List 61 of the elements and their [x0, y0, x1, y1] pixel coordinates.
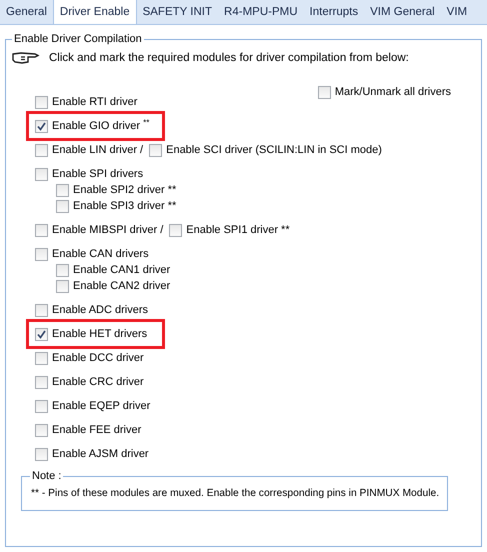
checkbox-label: Enable ADC drivers [52, 303, 148, 318]
checkbox[interactable] [56, 200, 69, 212]
checkbox[interactable] [35, 168, 48, 180]
checkbox[interactable] [169, 224, 182, 236]
checkbox-label: Enable SPI drivers [52, 167, 144, 182]
driver-checkbox[interactable]: Enable CAN drivers [35, 246, 149, 262]
checkbox[interactable] [35, 120, 48, 132]
mark-all-checkbox[interactable]: Mark/Unmark all drivers [318, 84, 451, 100]
driver-checkbox[interactable]: Enable LIN driver / [35, 142, 144, 158]
driver-checkbox[interactable]: Enable CAN1 driver [56, 262, 170, 278]
driver-checkbox[interactable]: Enable ADC drivers [35, 302, 148, 318]
checkbox[interactable] [35, 304, 48, 316]
checkbox-label: Enable LIN driver / [52, 143, 144, 158]
checkbox[interactable] [149, 144, 162, 156]
driver-checkbox[interactable]: Enable FEE driver [35, 422, 142, 438]
checkbox[interactable] [35, 328, 48, 340]
driver-checkbox[interactable]: Enable EQEP driver [35, 398, 150, 414]
checkbox-label: Enable AJSM driver [52, 447, 149, 462]
checkbox[interactable] [56, 184, 69, 196]
instruction-text: Click and mark the required modules for driver compilation from below: [49, 51, 409, 66]
checkbox-label: Enable DCC driver [52, 351, 144, 366]
driver-checkbox[interactable]: Enable DCC driver [35, 350, 144, 366]
checkbox[interactable] [56, 264, 69, 276]
checkbox-label: Enable CAN1 driver [73, 263, 170, 278]
checkbox-label: Enable CAN drivers [52, 247, 149, 262]
checkbox[interactable] [56, 280, 69, 292]
driver-checkbox[interactable]: Enable HET drivers [35, 326, 148, 342]
checkbox[interactable] [35, 248, 48, 260]
checkbox-label: Enable SPI1 driver ** [186, 223, 290, 238]
driver-checkbox[interactable]: Enable AJSM driver [35, 446, 149, 462]
checkbox[interactable] [35, 376, 48, 388]
checkbox[interactable] [35, 224, 48, 236]
driver-checkbox[interactable]: Enable MIBSPI driver / [35, 222, 164, 238]
checkbox-label: Enable SPI3 driver ** [73, 199, 176, 214]
checkbox-label: Enable EQEP driver [52, 399, 150, 414]
checkbox-label: Enable CAN2 driver [73, 279, 170, 294]
driver-checkbox[interactable]: Enable SPI3 driver ** [56, 198, 176, 214]
checkbox[interactable] [35, 352, 48, 364]
group-title: Enable Driver Compilation [12, 31, 144, 47]
tab[interactable]: Driver Enable [52, 0, 137, 24]
note-text: ** - Pins of these modules are muxed. Enable the corresponding pins in PINMUX Module. [31, 487, 439, 501]
checkbox[interactable] [35, 96, 48, 108]
checkbox-label: Mark/Unmark all drivers [334, 85, 451, 100]
driver-checkbox[interactable]: Enable SPI1 driver ** [169, 222, 290, 238]
checkbox-label: Enable CRC driver [52, 375, 144, 390]
checkbox[interactable] [318, 86, 331, 98]
driver-checkbox[interactable]: Enable RTI driver [35, 94, 138, 110]
checkbox[interactable] [35, 448, 48, 460]
checkbox-label: Enable SPI2 driver ** [73, 183, 176, 198]
checkbox[interactable] [35, 424, 48, 436]
checkbox[interactable] [35, 144, 48, 156]
checkbox-label: Enable FEE driver [52, 423, 142, 438]
checkbox-label: Enable MIBSPI driver / [52, 223, 164, 238]
checkbox-label: Enable RTI driver [52, 95, 138, 110]
driver-checkbox[interactable]: Enable SPI drivers [35, 166, 144, 182]
checkbox-label: Enable HET drivers [52, 327, 148, 342]
driver-checkbox[interactable]: Enable SPI2 driver ** [56, 182, 176, 198]
checkbox[interactable] [35, 400, 48, 412]
pointing-hand-icon [11, 51, 41, 65]
driver-checkbox[interactable]: Enable CRC driver [35, 374, 144, 390]
driver-checkbox[interactable]: Enable CAN2 driver [56, 278, 170, 294]
